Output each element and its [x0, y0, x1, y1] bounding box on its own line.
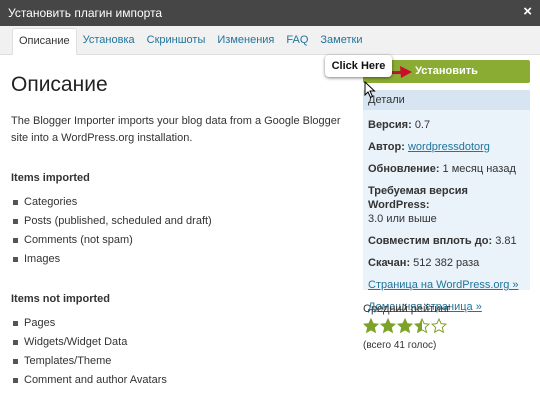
- author-link[interactable]: wordpressdotorg: [408, 141, 490, 153]
- updated-row: Обновление: 1 месяц назад: [368, 162, 528, 176]
- click-here-callout: Click Here: [325, 55, 392, 77]
- downloads-label: Скачан:: [368, 257, 411, 269]
- list-item: Pages: [11, 314, 361, 333]
- star-rating: [363, 318, 530, 336]
- details-box: Детали Версия: 0.7 Автор: wordpressdotor…: [363, 90, 530, 313]
- not-imported-heading: Items not imported: [11, 293, 111, 305]
- list-item: Widgets/Widget Data: [11, 333, 361, 352]
- author-label: Автор:: [368, 141, 405, 153]
- tab-notes[interactable]: Заметки: [314, 28, 368, 55]
- tab-bar: Описание Установка Скриншоты Изменения F…: [0, 26, 540, 55]
- mouse-cursor-icon: [364, 81, 376, 99]
- not-imported-list: Pages Widgets/Widget Data Templates/Them…: [11, 314, 361, 390]
- modal-title: Установить плагин импорта: [8, 6, 163, 20]
- downloads-value: 512 382 раза: [413, 257, 480, 269]
- rating-count: (всего 41 голос): [363, 340, 437, 351]
- star-icon: [363, 318, 379, 334]
- version-value: 0.7: [414, 119, 431, 131]
- modal-titlebar: Установить плагин импорта ×: [0, 0, 540, 26]
- list-item: Posts (published, scheduled and draft): [11, 212, 361, 231]
- compatible-label: Совместим вплоть до:: [368, 235, 493, 247]
- plugin-page-link[interactable]: Страница на WordPress.org »: [368, 279, 519, 291]
- list-item: Categories: [11, 193, 361, 212]
- compatible-row: Совместим вплоть до: 3.81: [368, 234, 528, 248]
- star-icon: [380, 318, 396, 334]
- tab-screenshots[interactable]: Скриншоты: [141, 28, 212, 55]
- list-item: Comment and author Avatars: [11, 371, 361, 390]
- updated-value: 1 месяц назад: [442, 163, 516, 175]
- requires-value: 3.0 или выше: [368, 213, 437, 225]
- list-item: Images: [11, 250, 361, 269]
- updated-label: Обновление:: [368, 163, 440, 175]
- tab-faq[interactable]: FAQ: [280, 28, 314, 55]
- version-label: Версия:: [368, 119, 412, 131]
- version-row: Версия: 0.7: [368, 118, 528, 132]
- tab-installation[interactable]: Установка: [77, 28, 141, 55]
- requires-row: Требуемая версия WordPress: 3.0 или выше: [368, 184, 528, 226]
- modal-content: Описание The Blogger Importer imports yo…: [0, 55, 540, 417]
- requires-label: Требуемая версия WordPress:: [368, 185, 468, 211]
- plugin-description: The Blogger Importer imports your blog d…: [11, 115, 341, 144]
- description-section: Описание The Blogger Importer imports yo…: [11, 73, 361, 414]
- plugin-page-row: Страница на WordPress.org »: [368, 278, 528, 292]
- author-row: Автор: wordpressdotorg: [368, 140, 528, 154]
- details-body: Версия: 0.7 Автор: wordpressdotorg Обнов…: [368, 118, 528, 322]
- imported-heading: Items imported: [11, 172, 90, 184]
- list-item: Templates/Theme: [11, 352, 361, 371]
- star-icon: [414, 318, 430, 334]
- imported-list: Categories Posts (published, scheduled a…: [11, 193, 361, 269]
- list-item: Comments (not spam): [11, 231, 361, 250]
- close-icon[interactable]: ×: [523, 3, 532, 21]
- compatible-value: 3.81: [495, 235, 517, 247]
- tab-list: Описание Установка Скриншоты Изменения F…: [12, 28, 368, 55]
- rating-label: Средний рейтинг: [363, 303, 451, 315]
- star-icon: [397, 318, 413, 334]
- star-icon: [431, 318, 447, 334]
- page-title: Описание: [11, 73, 108, 96]
- downloads-row: Скачан: 512 382 раза: [368, 256, 528, 270]
- tab-description[interactable]: Описание: [12, 28, 77, 55]
- rating-section: Средний рейтинг (всего 41 голос): [363, 303, 530, 351]
- tab-changelog[interactable]: Изменения: [211, 28, 280, 55]
